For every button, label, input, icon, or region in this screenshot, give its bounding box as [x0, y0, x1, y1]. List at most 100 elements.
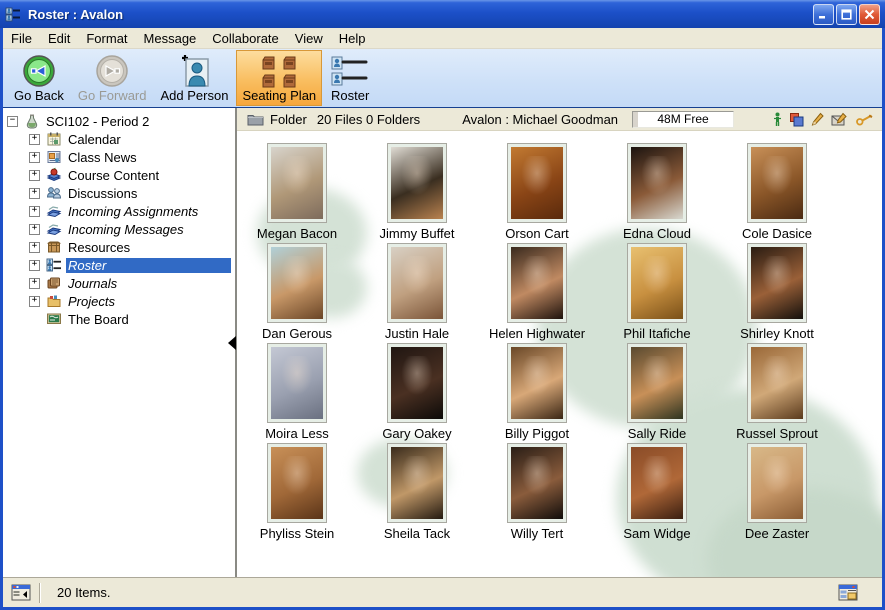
compose-mail-icon[interactable] [831, 112, 849, 127]
maximize-button[interactable] [836, 4, 857, 25]
roster-item[interactable]: Helen Highwater [477, 244, 597, 344]
student-photo[interactable] [388, 144, 446, 222]
expand-box-icon[interactable] [29, 170, 40, 181]
roster-item[interactable]: Moira Less [237, 344, 357, 444]
tree-item-incoming-messages[interactable]: Incoming Messages [3, 220, 235, 238]
menu-item-collaborate[interactable]: Collaborate [204, 30, 287, 47]
roster-item[interactable]: Sheila Tack [357, 444, 477, 544]
copy-icon[interactable] [789, 112, 804, 127]
seating-plan-button[interactable]: Seating Plan [236, 50, 322, 106]
student-photo[interactable] [268, 244, 326, 322]
student-name: Sally Ride [628, 426, 687, 441]
expand-box-icon[interactable] [29, 296, 40, 307]
student-photo[interactable] [388, 244, 446, 322]
tree-item-projects[interactable]: Projects [3, 292, 235, 310]
expand-box-icon[interactable] [29, 134, 40, 145]
expand-box-icon[interactable] [29, 206, 40, 217]
expand-box-icon[interactable] [29, 152, 40, 163]
roster-item[interactable]: Sally Ride [597, 344, 717, 444]
roster-item[interactable]: Gary Oakey [357, 344, 477, 444]
tree-item-label: Roster [66, 258, 231, 273]
tree-item-root[interactable]: SCI102 - Period 2 [3, 112, 235, 130]
student-photo[interactable] [508, 144, 566, 222]
menu-item-view[interactable]: View [287, 30, 331, 47]
tree-item-resources[interactable]: Resources [3, 238, 235, 256]
tree-item-label: Class News [66, 150, 139, 165]
tree-item-class-news[interactable]: Class News [3, 148, 235, 166]
student-photo[interactable] [628, 444, 686, 522]
go-back-label: Go Back [14, 88, 64, 103]
tree-item-the-board[interactable]: The Board [3, 310, 235, 328]
go-back-icon [22, 54, 56, 88]
expand-box-icon[interactable] [29, 224, 40, 235]
roster-item[interactable]: Justin Hale [357, 244, 477, 344]
student-photo[interactable] [748, 144, 806, 222]
tree-item-course-content[interactable]: Course Content [3, 166, 235, 184]
go-back-button[interactable]: Go Back [8, 50, 70, 106]
panel-toggle-icon[interactable] [11, 584, 31, 601]
close-button[interactable] [859, 4, 880, 25]
roster-item[interactable]: Dan Gerous [237, 244, 357, 344]
expand-box-icon[interactable] [29, 260, 40, 271]
student-photo[interactable] [388, 444, 446, 522]
minimize-button[interactable] [813, 4, 834, 25]
tree-item-calendar[interactable]: Calendar [3, 130, 235, 148]
folder-icon [247, 113, 264, 126]
student-photo[interactable] [268, 344, 326, 422]
student-photo[interactable] [748, 344, 806, 422]
menu-item-format[interactable]: Format [78, 30, 135, 47]
student-photo[interactable] [508, 344, 566, 422]
window-title: Roster : Avalon [28, 7, 123, 22]
tree-item-label: Resources [66, 240, 132, 255]
roster-item[interactable]: Edna Cloud [597, 144, 717, 244]
person-icon[interactable] [773, 112, 782, 127]
roster-item[interactable]: Willy Tert [477, 444, 597, 544]
tree-item-roster[interactable]: Roster [3, 256, 235, 274]
student-photo[interactable] [748, 244, 806, 322]
student-photo[interactable] [628, 144, 686, 222]
roster-button[interactable]: Roster [324, 50, 376, 106]
student-photo[interactable] [268, 144, 326, 222]
tree-item-incoming-assignments[interactable]: Incoming Assignments [3, 202, 235, 220]
roster-item[interactable]: Jimmy Buffet [357, 144, 477, 244]
roster-item[interactable]: Megan Bacon [237, 144, 357, 244]
student-photo[interactable] [508, 444, 566, 522]
roster-item[interactable]: Orson Cart [477, 144, 597, 244]
menu-item-file[interactable]: File [3, 30, 40, 47]
roster-item[interactable]: Russel Sprout [717, 344, 837, 444]
tree-item-label: Incoming Messages [66, 222, 186, 237]
student-photo[interactable] [628, 344, 686, 422]
key-icon[interactable] [856, 113, 874, 126]
roster-item[interactable]: Shirley Knott [717, 244, 837, 344]
sidebar-collapse-arrow[interactable] [228, 336, 236, 350]
menu-item-edit[interactable]: Edit [40, 30, 78, 47]
pencil-icon[interactable] [811, 112, 824, 127]
student-name: Jimmy Buffet [380, 226, 455, 241]
menu-item-help[interactable]: Help [331, 30, 374, 47]
menu-bar: FileEditFormatMessageCollaborateViewHelp [3, 28, 882, 49]
tree-item-discussions[interactable]: Discussions [3, 184, 235, 202]
roster-item[interactable]: Billy Piggot [477, 344, 597, 444]
expand-box-icon[interactable] [29, 242, 40, 253]
menu-item-message[interactable]: Message [136, 30, 205, 47]
add-person-button[interactable]: Add Person [155, 50, 235, 106]
go-forward-label: Go Forward [78, 88, 147, 103]
collapse-box-icon[interactable] [7, 116, 18, 127]
roster-item[interactable]: Dee Zaster [717, 444, 837, 544]
expand-box-icon[interactable] [29, 188, 40, 199]
layout-toggle-icon[interactable] [838, 584, 858, 601]
roster-item[interactable]: Cole Dasice [717, 144, 837, 244]
student-photo[interactable] [628, 244, 686, 322]
roster-item[interactable]: Phil Itafiche [597, 244, 717, 344]
tree-item-journals[interactable]: Journals [3, 274, 235, 292]
student-photo[interactable] [388, 344, 446, 422]
files-info: 20 Files 0 Folders [317, 112, 420, 127]
student-photo[interactable] [268, 444, 326, 522]
student-photo[interactable] [748, 444, 806, 522]
tree-item-label: Projects [66, 294, 117, 309]
roster-item[interactable]: Phyliss Stein [237, 444, 357, 544]
content-header: Folder 20 Files 0 Folders Avalon : Micha… [237, 108, 882, 131]
student-photo[interactable] [508, 244, 566, 322]
expand-box-icon[interactable] [29, 278, 40, 289]
roster-item[interactable]: Sam Widge [597, 444, 717, 544]
